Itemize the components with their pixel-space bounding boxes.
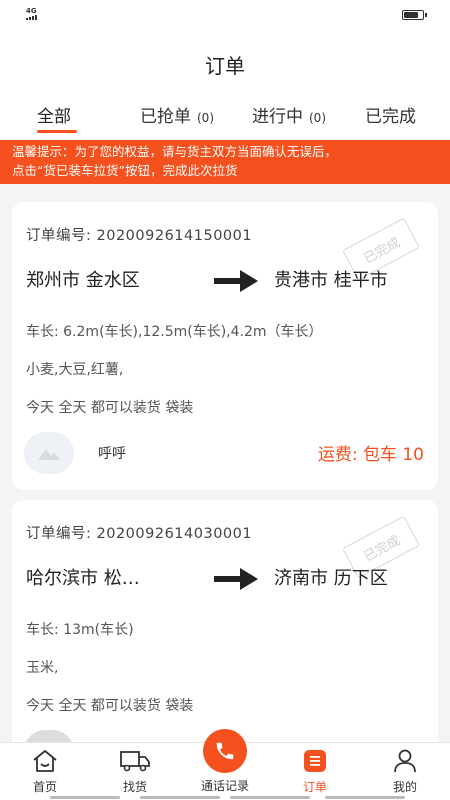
truck-icon xyxy=(120,751,150,772)
order-number: 订单编号: 2020092614150001 xyxy=(26,228,253,244)
page-title: 订单 xyxy=(205,53,245,78)
system-gesture-bar xyxy=(230,796,310,799)
nav-orders-label: 订单 xyxy=(302,780,327,794)
system-gesture-bar xyxy=(140,796,220,799)
tab-completed-label: 已完成 xyxy=(365,107,416,127)
tab-in-progress[interactable]: 进行中 (0) xyxy=(252,102,326,127)
truck-length: 车长: 6.2m(车长),12.5m(车长),4.2m（车长） xyxy=(26,324,323,340)
signal-icon xyxy=(26,15,37,20)
arrow-right-icon xyxy=(214,568,258,590)
tab-grabbed-count: (0) xyxy=(197,111,214,125)
order-tabs: 全部 已抢单 (0) 进行中 (0) 已完成 xyxy=(0,98,450,140)
tab-in-progress-count: (0) xyxy=(309,111,326,125)
call-button[interactable] xyxy=(203,729,247,773)
truck-length: 车长: 13m(车长) xyxy=(26,622,134,638)
goods-type: 小麦,大豆,红薯, xyxy=(26,362,124,378)
nav-call-log-label[interactable]: 通话记录 xyxy=(190,777,260,794)
tab-all[interactable]: 全部 xyxy=(37,102,71,127)
image-placeholder-icon xyxy=(38,449,60,460)
owner-name: 呼呼 xyxy=(98,446,126,462)
nav-find-goods[interactable]: 找货 xyxy=(105,743,165,800)
route-destination: 济南市 历下区 xyxy=(274,568,388,589)
system-gesture-bar xyxy=(325,796,405,799)
route: 哈尔滨市 松… 济南市 历下区 xyxy=(26,564,424,594)
freight-fee: 运费: 包车 10 xyxy=(317,445,424,465)
loading-info: 今天 全天 都可以装货 袋装 xyxy=(26,698,194,714)
bottom-nav: 首页 找货 通话记录 订单 我的 xyxy=(0,729,450,800)
notice-line-1: 温馨提示：为了您的权益，请与货主双方当面确认无误后， xyxy=(12,144,338,159)
notice-line-2: 点击“货已装车拉货”按钮，完成此次拉货 xyxy=(12,163,238,178)
notice-banner: 温馨提示：为了您的权益，请与货主双方当面确认无误后， 点击“货已装车拉货”按钮，… xyxy=(0,140,450,184)
nav-find-goods-label: 找货 xyxy=(122,780,147,794)
tab-in-progress-label: 进行中 xyxy=(252,107,303,127)
nav-orders[interactable]: 订单 xyxy=(285,743,345,800)
route-origin: 郑州市 金水区 xyxy=(26,270,140,291)
status-bar: 4G xyxy=(0,0,450,30)
orders-icon xyxy=(304,750,326,772)
tab-completed[interactable]: 已完成 xyxy=(365,102,416,127)
nav-home-label: 首页 xyxy=(32,780,57,794)
avatar xyxy=(24,432,74,474)
order-card[interactable]: 订单编号: 2020092614150001 已完成 郑州市 金水区 贵港市 桂… xyxy=(12,202,438,490)
nav-mine[interactable]: 我的 xyxy=(375,743,435,800)
route-destination: 贵港市 桂平市 xyxy=(274,270,388,291)
nav-mine-label: 我的 xyxy=(392,780,417,794)
home-icon xyxy=(33,750,57,772)
network-type: 4G xyxy=(26,7,37,15)
order-card[interactable]: 订单编号: 2020092614030001 已完成 哈尔滨市 松… 济南市 历… xyxy=(12,500,438,760)
route: 郑州市 金水区 贵港市 桂平市 xyxy=(26,266,424,296)
order-number: 订单编号: 2020092614030001 xyxy=(26,526,253,542)
header: 订单 xyxy=(0,30,450,98)
arrow-right-icon xyxy=(214,270,258,292)
tab-grabbed-label: 已抢单 xyxy=(140,107,191,127)
cargo-owner: 呼呼 运费: 包车 10 xyxy=(24,432,424,474)
tab-grabbed[interactable]: 已抢单 (0) xyxy=(140,102,214,127)
goods-type: 玉米, xyxy=(26,660,59,676)
route-origin: 哈尔滨市 松… xyxy=(26,568,140,589)
loading-info: 今天 全天 都可以装货 袋装 xyxy=(26,400,194,416)
nav-home[interactable]: 首页 xyxy=(15,743,75,800)
system-gesture-bar xyxy=(50,796,120,799)
tab-all-label: 全部 xyxy=(37,107,71,127)
battery-icon xyxy=(402,10,427,20)
user-icon xyxy=(394,749,416,773)
phone-icon xyxy=(216,742,234,760)
active-tab-indicator xyxy=(37,130,77,133)
